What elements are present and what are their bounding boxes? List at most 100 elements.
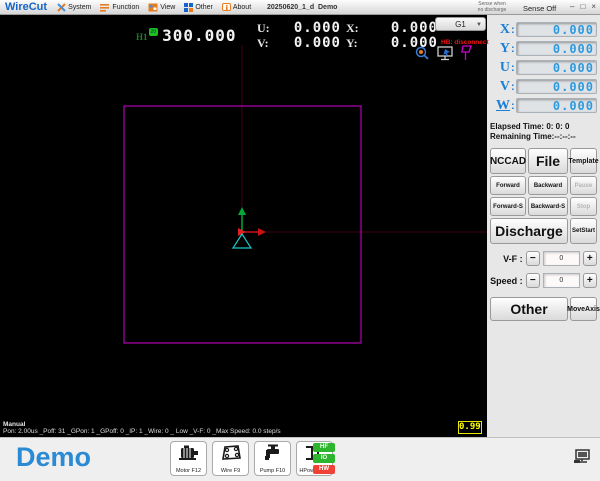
function-lines-icon <box>100 3 110 12</box>
close-button[interactable]: × <box>591 2 596 11</box>
h-value: 300.000 <box>162 26 237 45</box>
setstart-button[interactable]: SetStart <box>570 218 597 244</box>
motor-button[interactable]: Motor F12 <box>170 441 207 476</box>
menu-function[interactable]: Function <box>100 3 139 12</box>
other-button[interactable]: Other <box>490 297 568 321</box>
pause-button[interactable]: Pause <box>570 176 597 195</box>
elapsed-time: Elapsed Time: 0: 0: 0 <box>490 122 570 131</box>
chevron-down-icon: ▼ <box>476 22 482 28</box>
nccad-button[interactable]: NCCAD <box>490 148 526 174</box>
axis-x-value: 0.000 <box>515 22 597 37</box>
dro-y-label: Y: <box>346 36 358 50</box>
axis-row-w: W: 0.000 <box>490 96 597 115</box>
toolpath-drawing <box>123 45 487 344</box>
dro-u-label: U: <box>257 21 270 35</box>
menu-other[interactable]: Other <box>184 2 213 12</box>
vf-minus-button[interactable]: − <box>525 251 541 266</box>
vf-plus-button[interactable]: + <box>582 251 597 266</box>
wire-button[interactable]: Wire F9 <box>212 441 249 476</box>
grid-squares-icon <box>184 2 194 12</box>
axis-v-value: 0.000 <box>515 79 597 94</box>
moveaxis-button[interactable]: MoveAxis <box>567 297 600 321</box>
backward-s-button[interactable]: Backward-S <box>528 197 568 216</box>
time-readouts: Elapsed Time: 0: 0: 0 Remaining Time:--:… <box>490 122 597 142</box>
forward-s-button[interactable]: Forward-S <box>490 197 526 216</box>
speed-value: 0 <box>543 273 580 288</box>
info-bubble-icon <box>221 2 231 12</box>
dro-x-label: X: <box>346 21 359 35</box>
network-monitor-icon[interactable] <box>573 449 590 469</box>
maximize-button[interactable]: □ <box>580 2 585 11</box>
main-area: H1 20 300.000 U: 0.000 X: 0.000 V: 0.000… <box>0 15 600 437</box>
scale-indicator: 0.99 <box>458 421 482 434</box>
pulse-params: Pon: 2.00us _Poff: 31 _GPon: 1 _GPoff: 0… <box>3 428 281 435</box>
vf-label: V-F : <box>503 253 523 264</box>
io-status-badges: HF IO HW <box>313 443 335 474</box>
dro-v-label: V: <box>257 36 269 50</box>
minimize-button[interactable]: – <box>570 2 574 11</box>
axis-u-value: 0.000 <box>515 60 597 75</box>
gcode-select[interactable]: G1 ▼ <box>435 17 486 31</box>
control-sidebar: X: 0.000 Y: 0.000 U: 0.000 V: 0.000 W: 0… <box>487 15 600 437</box>
io-status-badge: IO <box>313 454 335 463</box>
backward-button[interactable]: Backward <box>528 176 568 195</box>
axis-y-value: 0.000 <box>515 41 597 56</box>
template-button[interactable]: Template <box>568 148 599 174</box>
vf-value: 0 <box>543 251 580 266</box>
menu-system[interactable]: System <box>57 2 91 12</box>
pump-button[interactable]: Pump F10 <box>254 441 291 476</box>
machine-toolbar: Motor F12 Wire F9 Pump F10 HPower F11 <box>170 441 333 476</box>
axis-v-label: V <box>499 78 510 94</box>
h-readout: H1 20 300.000 <box>136 26 237 45</box>
axis-w-label: W <box>496 97 510 113</box>
speed-minus-button[interactable]: − <box>525 273 541 288</box>
demo-label: Demo <box>16 442 92 472</box>
dro-v-value: 0.000 <box>293 35 341 51</box>
menu-view[interactable]: View <box>148 3 175 12</box>
view-window-icon <box>148 3 158 12</box>
sense-note: Sense when no discharge <box>477 1 507 13</box>
menu-about[interactable]: About <box>221 2 251 12</box>
y-axis-arrow-icon <box>238 207 246 215</box>
sense-mode-label[interactable]: Sense Off <box>523 4 556 13</box>
h-code-label: H1 <box>136 32 148 42</box>
speed-label: Speed : <box>490 275 523 286</box>
axis-row-v: V: 0.000 <box>490 77 597 96</box>
work-canvas[interactable]: H1 20 300.000 U: 0.000 X: 0.000 V: 0.000… <box>0 15 489 437</box>
axis-row-y: Y: 0.000 <box>490 39 597 58</box>
document-title: 20250620_1_d Demo <box>267 4 338 11</box>
axis-row-x: X: 0.000 <box>490 20 597 39</box>
forward-button[interactable]: Forward <box>490 176 526 195</box>
bottom-bar: Demo Motor F12 Wire F9 Pump F10 HPower F… <box>0 437 600 481</box>
wrench-icon <box>57 2 66 12</box>
file-button[interactable]: File <box>528 148 568 174</box>
sidebar-buttons: NCCAD File Template Forward Backward Pau… <box>490 148 599 244</box>
axis-w-value: 0.000 <box>515 98 597 113</box>
canvas-toolbar <box>415 45 473 66</box>
axis-row-u: U: 0.000 <box>490 58 597 77</box>
axis-x-label: X <box>499 21 510 37</box>
wire-icon <box>220 444 242 467</box>
monitor-cursor-icon[interactable] <box>437 45 453 66</box>
axis-y-label: Y <box>499 40 510 56</box>
dro-u-value: 0.000 <box>293 20 341 36</box>
zoom-icon[interactable] <box>415 46 429 66</box>
wire-flag-icon[interactable] <box>461 45 473 66</box>
machine-mode: Manual <box>3 421 26 428</box>
titlebar: WireCut System Function View Other About <box>0 0 600 15</box>
app-logo: WireCut <box>5 1 48 13</box>
remaining-time: Remaining Time:--:--:-- <box>490 132 576 141</box>
hf-status-badge: HF <box>313 443 335 452</box>
window-controls: – □ × <box>570 2 596 11</box>
wirecut-app: WireCut System Function View Other About <box>0 0 600 481</box>
stop-button[interactable]: Stop <box>570 197 597 216</box>
x-axis-arrow-icon <box>258 228 266 236</box>
hw-status-badge: HW <box>313 465 335 474</box>
sidebar-bottom-buttons: Other MoveAxis <box>490 297 600 321</box>
discharge-button[interactable]: Discharge <box>490 218 568 244</box>
dro-x-value: 0.000 <box>390 20 438 36</box>
menu-bar: System Function View Other About <box>57 2 251 12</box>
pump-icon <box>262 444 284 467</box>
speed-plus-button[interactable]: + <box>582 273 597 288</box>
speed-stepper: Speed : − 0 + <box>490 273 597 288</box>
